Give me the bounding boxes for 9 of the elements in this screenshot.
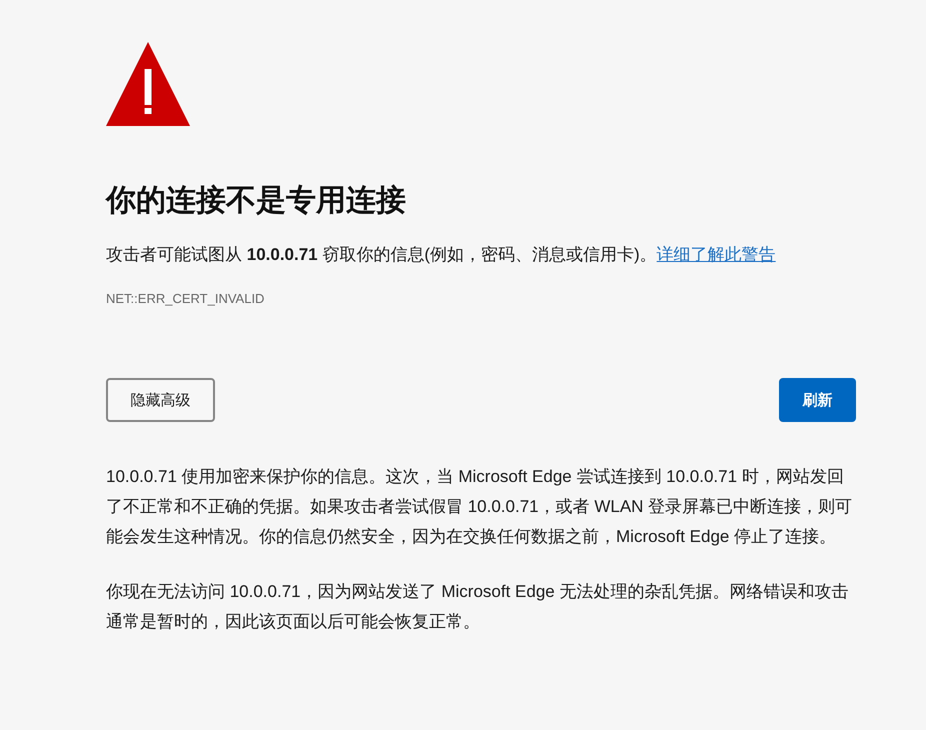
page-heading: 你的连接不是专用连接	[106, 183, 407, 219]
learn-more-link[interactable]: 详细了解此警告	[656, 245, 776, 264]
warning-description: 攻击者可能试图从 10.0.0.71 窃取你的信息(例如，密码、消息或信用卡)。详细了解此警告	[106, 244, 777, 266]
details-paragraph: 你现在无法访问 10.0.0.71，因为网站发送了 Microsoft Edge 无法处理的杂乱凭据。网络错误和攻击通常是暂时的，因此该页面以后可能会恢复正常。	[106, 581, 850, 633]
hide-advanced-button[interactable]: 隐藏高级	[106, 378, 215, 422]
error-code: NET::ERR_CERT_INVALID	[106, 290, 264, 308]
details-paragraph: 10.0.0.71 使用加密来保护你的信息。这次，当 Microsoft Edge 尝试连接到 10.0.0.71 时，网站发回了不正常和不正确的凭据。如果攻击者尝试假冒 10.0.0.71，或者 WLAN 登录屏幕已中断连接，则可能会发生这种情况。你的信息仍然安全，因为在交换任何数据之前，Microsoft Edge 停止了连接。	[106, 466, 854, 548]
refresh-button[interactable]: 刷新	[779, 378, 856, 422]
warning-icon	[106, 42, 190, 126]
